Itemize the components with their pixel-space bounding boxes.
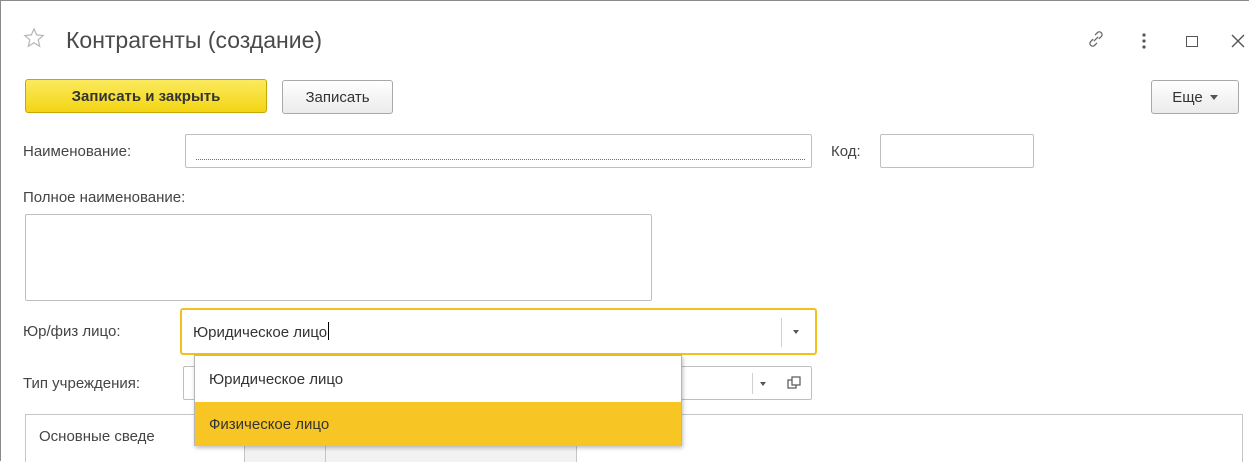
institution-type-input-end[interactable] <box>681 366 812 400</box>
more-menu-label: Еще <box>1172 88 1203 106</box>
menu-dots-icon[interactable] <box>1141 32 1147 50</box>
more-menu-button[interactable]: Еще <box>1151 80 1239 114</box>
maximize-icon[interactable] <box>1186 36 1198 47</box>
full-name-label: Полное наименование: <box>23 189 186 206</box>
favorite-star-icon[interactable] <box>23 27 45 49</box>
name-input[interactable] <box>185 134 812 168</box>
field-divider <box>752 373 753 394</box>
legal-type-label: Юр/физ лицо: <box>23 323 121 340</box>
field-divider <box>781 318 782 347</box>
form-window: Контрагенты (создание) Записать и закрыт… <box>0 0 1249 462</box>
link-icon[interactable] <box>1085 28 1107 50</box>
legal-type-value: Юридическое лицо <box>193 322 330 341</box>
legal-type-select[interactable]: Юридическое лицо <box>180 308 817 355</box>
legal-type-dropdown-list: Юридическое лицо Физическое лицо <box>194 355 682 446</box>
window-title: Контрагенты (создание) <box>66 27 323 53</box>
name-label: Наименование: <box>23 143 132 160</box>
dropdown-option-individual[interactable]: Физическое лицо <box>195 402 681 446</box>
chevron-down-icon <box>1209 94 1218 100</box>
dropdown-arrow-icon[interactable] <box>760 382 766 386</box>
close-icon[interactable] <box>1230 32 1246 50</box>
code-label: Код: <box>831 143 861 160</box>
code-input[interactable] <box>880 134 1034 168</box>
tab-main-label: Основные сведе <box>39 428 155 445</box>
full-name-textarea[interactable] <box>25 214 652 301</box>
required-field-marker <box>196 159 805 160</box>
institution-type-label: Тип учреждения: <box>23 375 141 392</box>
open-form-icon[interactable] <box>787 376 801 390</box>
save-button[interactable]: Записать <box>282 80 393 114</box>
save-and-close-button[interactable]: Записать и закрыть <box>25 79 267 113</box>
dropdown-arrow-icon[interactable] <box>793 330 799 334</box>
title-bar: Контрагенты (создание) <box>1 1 1249 71</box>
dropdown-option-legal-entity[interactable]: Юридическое лицо <box>195 357 681 401</box>
